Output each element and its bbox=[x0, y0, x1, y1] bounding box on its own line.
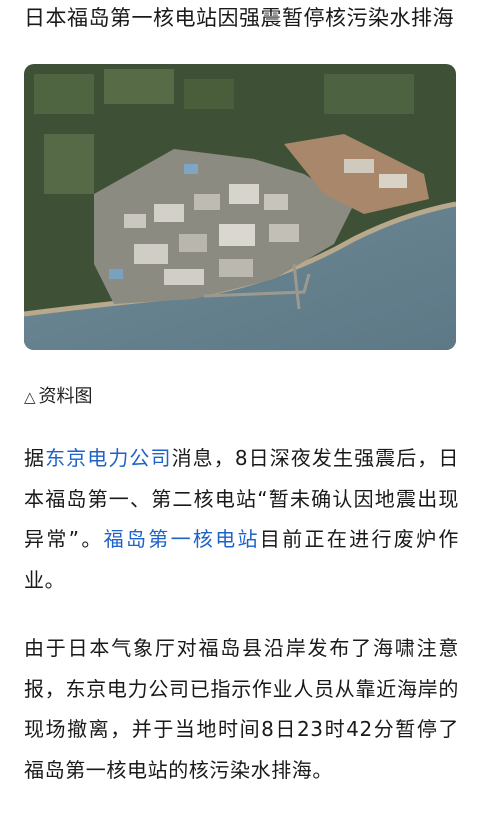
aerial-photo-fukushima-plant[interactable] bbox=[24, 64, 456, 350]
image-caption: △ 资料图 bbox=[24, 384, 459, 410]
link-tepco[interactable]: 东京电力公司 bbox=[45, 446, 172, 470]
paragraph-1: 据东京电力公司消息，8日深夜发生强震后，日本福岛第一、第二核电站“暂未确认因地震… bbox=[24, 438, 459, 600]
paragraph-2: 由于日本气象厅对福岛县沿岸发布了海啸注意报，东京电力公司已指示作业人员从靠近海岸… bbox=[24, 636, 459, 782]
link-fukushima-daiichi[interactable]: 福岛第一核电站 bbox=[104, 527, 260, 551]
triangle-outline-icon: △ bbox=[24, 388, 36, 406]
article: 日本福岛第一核电站因强震暂停核污染水排海 △ 资料图 据东京电力公司消息，8日深… bbox=[0, 0, 483, 790]
image-caption-text: 资料图 bbox=[38, 386, 93, 407]
headline: 日本福岛第一核电站因强震暂停核污染水排海 bbox=[24, 6, 454, 30]
paragraph-1-text-a: 据 bbox=[24, 446, 46, 470]
aerial-photo-illustration bbox=[24, 64, 456, 350]
